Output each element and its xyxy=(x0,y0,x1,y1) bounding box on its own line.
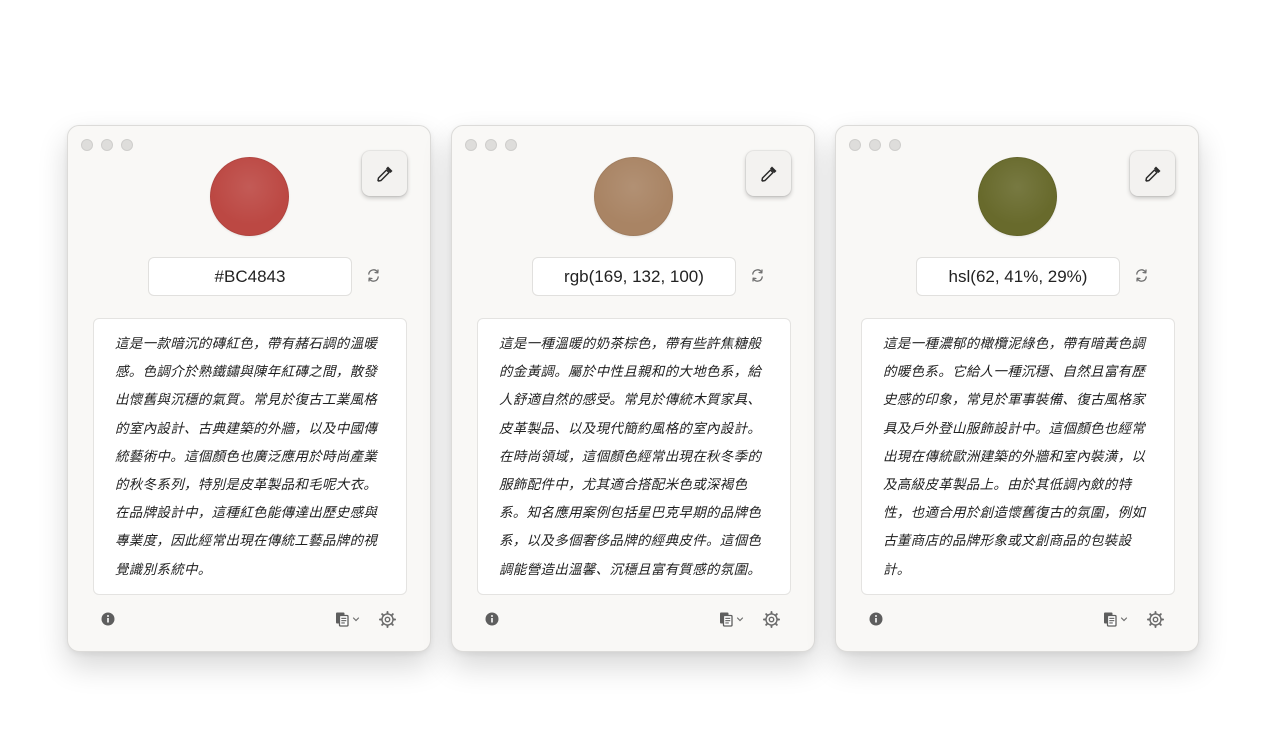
chevron-down-icon xyxy=(1120,617,1128,622)
copy-icon xyxy=(1104,612,1117,627)
close-button[interactable] xyxy=(849,139,861,151)
color-value-field[interactable] xyxy=(148,257,352,296)
copy-button[interactable] xyxy=(718,610,744,628)
window-controls xyxy=(849,139,901,151)
gear-icon xyxy=(1146,610,1164,628)
color-description: 這是一種溫暖的奶茶棕色，帶有些許焦糖般的金黃調。屬於中性且親和的大地色系，給人舒… xyxy=(499,336,762,578)
minimize-button[interactable] xyxy=(101,139,113,151)
color-window-3: 這是一種濃郁的橄欖泥綠色，帶有暗黃色調的暖色系。它給人一種沉穩、自然且富有歷史感… xyxy=(835,125,1199,652)
eyedropper-button[interactable] xyxy=(362,151,407,196)
settings-button[interactable] xyxy=(1146,610,1164,628)
refresh-icon xyxy=(1135,268,1147,282)
info-button[interactable] xyxy=(100,611,116,627)
close-button[interactable] xyxy=(81,139,93,151)
info-icon xyxy=(101,612,115,626)
refresh-button[interactable] xyxy=(748,266,766,284)
eyedropper-button[interactable] xyxy=(746,151,791,196)
color-description: 這是一種濃郁的橄欖泥綠色，帶有暗黃色調的暖色系。它給人一種沉穩、自然且富有歷史感… xyxy=(883,336,1146,578)
copy-icon xyxy=(336,612,349,627)
close-button[interactable] xyxy=(465,139,477,151)
eyedropper-icon xyxy=(376,166,392,182)
description-box: 這是一種濃郁的橄欖泥綠色，帶有暗黃色調的暖色系。它給人一種沉穩、自然且富有歷史感… xyxy=(861,318,1175,595)
copy-button[interactable] xyxy=(1102,610,1128,628)
zoom-button[interactable] xyxy=(889,139,901,151)
color-swatch xyxy=(210,157,289,236)
window-controls xyxy=(81,139,133,151)
eyedropper-icon xyxy=(1144,166,1160,182)
info-icon xyxy=(485,612,499,626)
color-description: 這是一款暗沉的磚紅色，帶有赭石調的溫暖感。色調介於熟鐵鏽與陳年紅磚之間，散發出懷… xyxy=(115,336,378,578)
info-button[interactable] xyxy=(868,611,884,627)
eyedropper-button[interactable] xyxy=(1130,151,1175,196)
chevron-down-icon xyxy=(352,617,360,622)
description-box: 這是一款暗沉的磚紅色，帶有赭石調的溫暖感。色調介於熟鐵鏽與陳年紅磚之間，散發出懷… xyxy=(93,318,407,595)
minimize-button[interactable] xyxy=(869,139,881,151)
window-controls xyxy=(465,139,517,151)
color-window-2: 這是一種溫暖的奶茶棕色，帶有些許焦糖般的金黃調。屬於中性且親和的大地色系，給人舒… xyxy=(451,125,815,652)
chevron-down-icon xyxy=(736,617,744,622)
gear-icon xyxy=(762,610,780,628)
minimize-button[interactable] xyxy=(485,139,497,151)
settings-button[interactable] xyxy=(378,610,396,628)
settings-button[interactable] xyxy=(762,610,780,628)
color-window-1: 這是一款暗沉的磚紅色，帶有赭石調的溫暖感。色調介於熟鐵鏽與陳年紅磚之間，散發出懷… xyxy=(67,125,431,652)
color-value-field[interactable] xyxy=(916,257,1120,296)
color-swatch xyxy=(594,157,673,236)
copy-button[interactable] xyxy=(334,610,360,628)
info-button[interactable] xyxy=(484,611,500,627)
copy-icon xyxy=(720,612,733,627)
zoom-button[interactable] xyxy=(121,139,133,151)
refresh-button[interactable] xyxy=(1132,266,1150,284)
description-box: 這是一種溫暖的奶茶棕色，帶有些許焦糖般的金黃調。屬於中性且親和的大地色系，給人舒… xyxy=(477,318,791,595)
refresh-icon xyxy=(751,268,763,282)
refresh-icon xyxy=(367,268,379,282)
eyedropper-icon xyxy=(760,166,776,182)
refresh-button[interactable] xyxy=(364,266,382,284)
info-icon xyxy=(869,612,883,626)
color-swatch xyxy=(978,157,1057,236)
zoom-button[interactable] xyxy=(505,139,517,151)
color-value-field[interactable] xyxy=(532,257,736,296)
gear-icon xyxy=(378,610,396,628)
